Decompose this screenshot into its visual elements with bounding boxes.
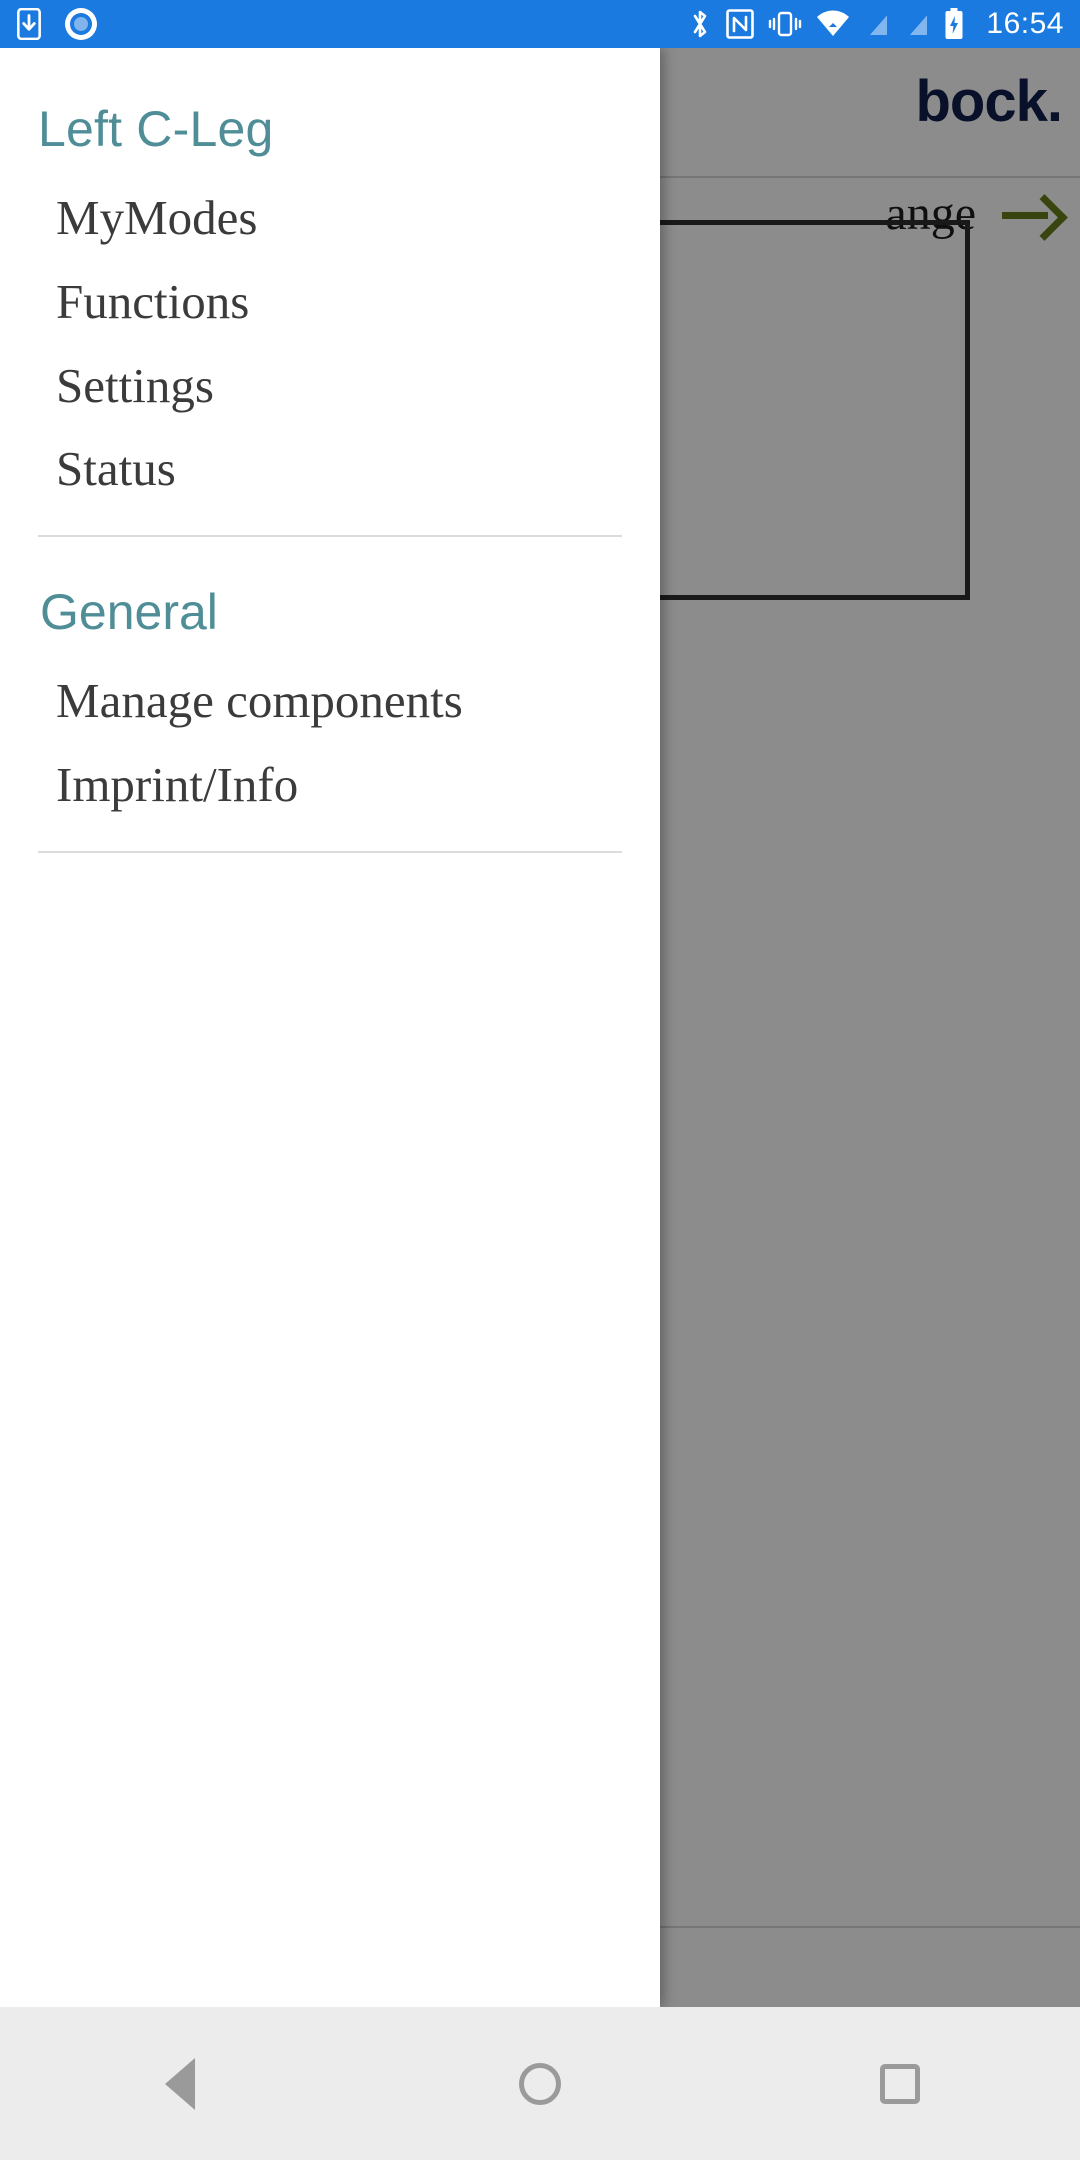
battery-charging-icon xyxy=(945,8,963,39)
signal-off-icon-2 xyxy=(906,11,930,37)
status-bar-clock: 16:54 xyxy=(986,7,1064,40)
drawer-title: Left C-Leg xyxy=(38,101,274,157)
navigation-drawer: Left C-Leg MyModes Functions Settings St… xyxy=(0,48,660,2007)
recents-square-icon xyxy=(880,2063,920,2104)
drawer-primary-list: MyModes Functions Settings Status xyxy=(0,176,660,511)
back-triangle-icon xyxy=(165,2057,195,2110)
status-bar: 16:54 xyxy=(0,0,1080,48)
nav-back-button[interactable] xyxy=(120,2024,240,2144)
drawer-item-functions[interactable]: Functions xyxy=(0,260,660,344)
vibrate-icon xyxy=(769,11,802,37)
nav-recents-button[interactable] xyxy=(840,2024,960,2144)
nfc-icon xyxy=(726,9,755,39)
status-bar-left-icons xyxy=(16,7,98,41)
drawer-general-list: Manage components Imprint/Info xyxy=(0,659,660,827)
drawer-item-status[interactable]: Status xyxy=(0,427,660,511)
drawer-item-imprint-info[interactable]: Imprint/Info xyxy=(0,743,660,827)
record-ring-icon xyxy=(65,8,97,40)
nav-home-button[interactable] xyxy=(480,2024,600,2144)
app-download-icon xyxy=(17,8,41,40)
wifi-icon xyxy=(817,10,850,36)
home-circle-icon xyxy=(519,2062,561,2105)
drawer-section-title-general: General xyxy=(40,584,218,641)
status-bar-right-icons: 16:54 xyxy=(688,7,1064,41)
bluetooth-icon xyxy=(694,10,707,38)
drawer-item-mymodes[interactable]: MyModes xyxy=(0,176,660,260)
signal-off-icon xyxy=(866,11,890,37)
phone-screen: bock. ange Left C-Leg MyModes Functions … xyxy=(0,0,1080,2160)
system-nav-bar xyxy=(0,2007,1080,2160)
drawer-divider-2 xyxy=(38,850,622,853)
drawer-item-manage-components[interactable]: Manage components xyxy=(0,659,660,743)
drawer-item-settings[interactable]: Settings xyxy=(0,344,660,428)
